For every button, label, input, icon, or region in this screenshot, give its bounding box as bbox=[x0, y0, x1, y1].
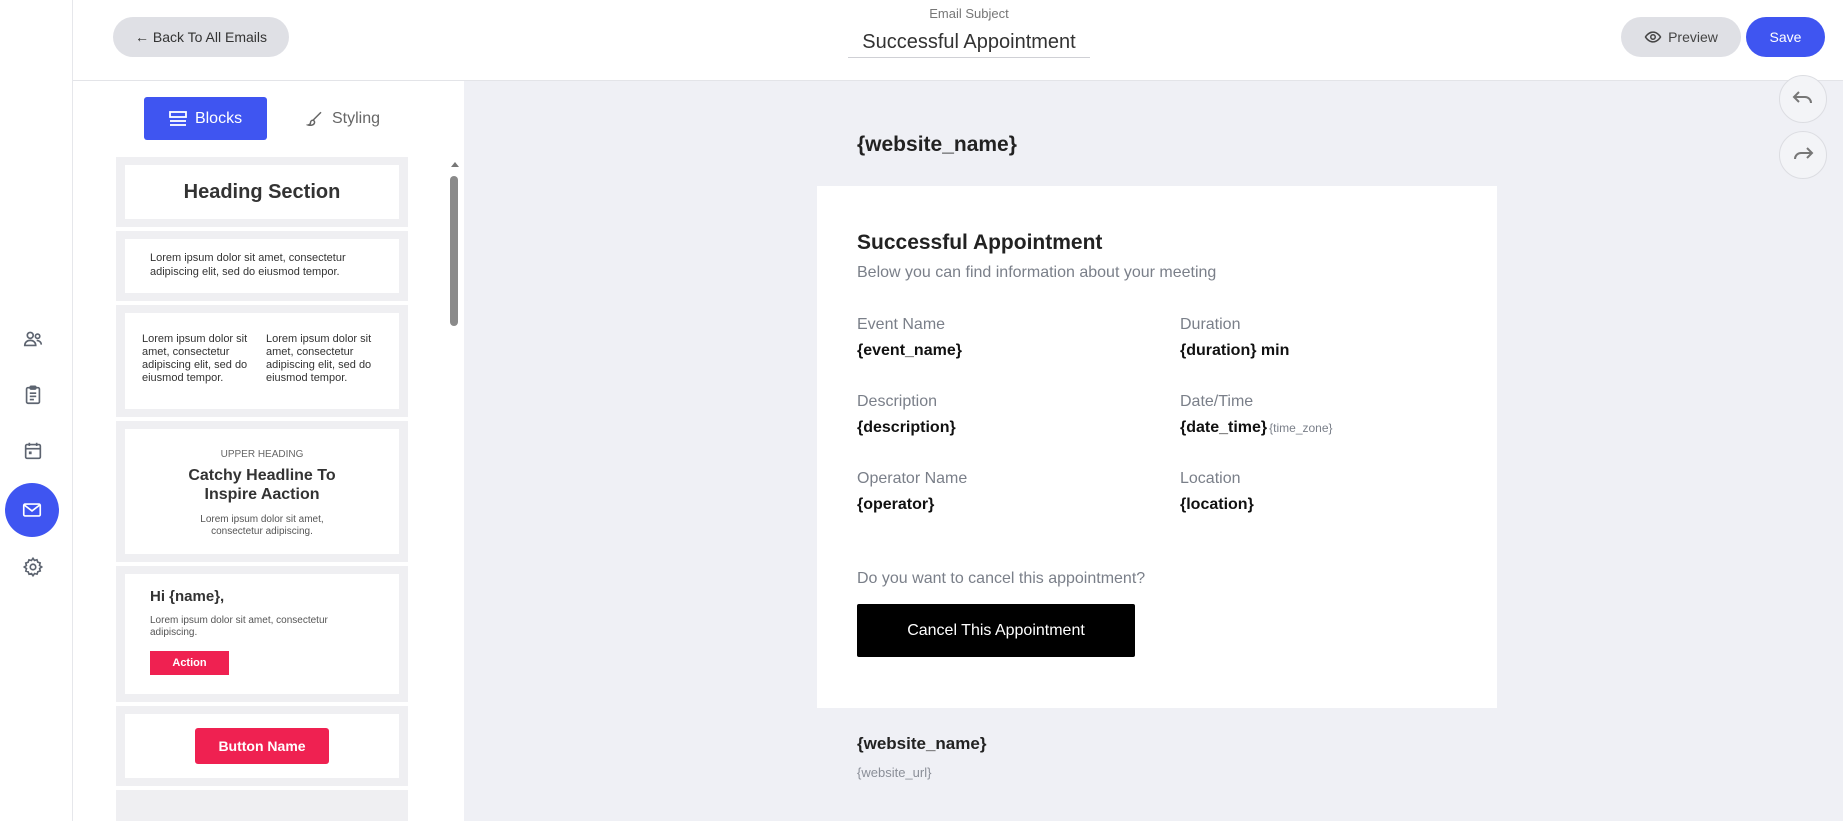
block-headline: Catchy Headline To Inspire Aaction bbox=[188, 467, 336, 503]
preview-label: Preview bbox=[1668, 29, 1718, 45]
field-event-name-value: {event_name} bbox=[857, 342, 962, 359]
email-subtitle: Below you can find information about you… bbox=[857, 264, 1217, 281]
block-more[interactable] bbox=[116, 790, 408, 821]
block-hero[interactable]: UPPER HEADING Catchy Headline To Inspire… bbox=[116, 421, 408, 562]
preview-button[interactable]: Preview bbox=[1621, 17, 1741, 57]
block-greeting[interactable]: Hi {name}, Lorem ipsum dolor sit amet, c… bbox=[116, 566, 408, 702]
blocks-scrollbar[interactable] bbox=[449, 162, 459, 821]
rail-mail-button[interactable] bbox=[5, 483, 59, 537]
block-column-right-text: Lorem ipsum dolor sit amet, consectetur … bbox=[266, 333, 372, 384]
left-rail bbox=[0, 0, 73, 821]
rail-calendar-button[interactable] bbox=[9, 427, 57, 475]
field-event-name: Event Name {event_name} bbox=[857, 316, 962, 360]
email-title: Successful Appointment bbox=[857, 231, 1103, 254]
cancel-appointment-button[interactable]: Cancel This Appointment bbox=[857, 604, 1135, 657]
scroll-up-arrow-icon[interactable] bbox=[451, 162, 459, 167]
email-subject-label: Email Subject bbox=[929, 6, 1009, 21]
email-editor-app: ← Back To All Emails Email Subject Previ… bbox=[0, 0, 1843, 821]
field-date-time-value-row: {date_time} {time_zone} bbox=[1180, 419, 1333, 437]
block-two-columns[interactable]: Lorem ipsum dolor sit amet, consectetur … bbox=[116, 305, 408, 417]
field-date-time-value: {date_time} bbox=[1180, 419, 1268, 436]
block-greeting-title: Hi {name}, bbox=[150, 588, 225, 605]
field-operator-label: Operator Name bbox=[857, 470, 968, 487]
field-date-time: Date/Time {date_time} {time_zone} bbox=[1180, 393, 1333, 437]
block-action-button: Action bbox=[150, 651, 229, 675]
field-time-zone: {time_zone} bbox=[1269, 421, 1333, 435]
block-button[interactable]: Button Name bbox=[116, 706, 408, 786]
rail-people-button[interactable] bbox=[9, 315, 57, 363]
email-subject-input[interactable] bbox=[848, 28, 1090, 58]
tab-blocks-label: Blocks bbox=[194, 109, 243, 127]
gear-icon bbox=[22, 556, 44, 578]
field-operator-value: {operator} bbox=[857, 496, 935, 513]
eye-icon bbox=[1644, 31, 1662, 43]
block-headline-text: Lorem ipsum dolor sit amet, consectetur … bbox=[200, 514, 324, 537]
block-column-left-text: Lorem ipsum dolor sit amet, consectetur … bbox=[142, 333, 248, 384]
email-canvas: {website_name} Successful Appointment Be… bbox=[464, 75, 1843, 821]
tab-blocks[interactable]: Blocks bbox=[144, 97, 267, 140]
block-upper-heading: UPPER HEADING bbox=[220, 449, 304, 460]
email-subject-group: Email Subject bbox=[848, 6, 1090, 58]
tab-styling-label: Styling bbox=[331, 109, 381, 127]
redo-icon bbox=[1794, 147, 1814, 160]
field-date-time-label: Date/Time bbox=[1180, 393, 1254, 410]
field-location-value: {location} bbox=[1180, 496, 1254, 513]
field-description-label: Description bbox=[857, 393, 938, 410]
undo-button[interactable] bbox=[1779, 75, 1827, 123]
email-header-site-name[interactable]: {website_name} bbox=[857, 133, 1017, 157]
field-location-label: Location bbox=[1180, 470, 1241, 487]
block-heading[interactable]: Heading Section bbox=[116, 157, 408, 227]
cancel-question: Do you want to cancel this appointment? bbox=[857, 570, 1146, 587]
email-footer-site-name[interactable]: {website_name} bbox=[857, 734, 986, 754]
back-to-emails-button[interactable]: ← Back To All Emails bbox=[113, 17, 290, 57]
people-icon bbox=[23, 331, 43, 347]
calendar-icon bbox=[24, 442, 42, 460]
block-heading-text: Heading Section bbox=[183, 180, 341, 203]
field-duration: Duration {duration} min bbox=[1180, 316, 1289, 360]
blocks-list: Heading Section Lorem ipsum dolor sit am… bbox=[116, 157, 408, 821]
mail-icon bbox=[22, 503, 42, 517]
brush-icon bbox=[305, 111, 322, 126]
scroll-thumb[interactable] bbox=[450, 176, 458, 326]
blocks-panel: Blocks Styling Heading Section Lorem ips… bbox=[73, 81, 464, 821]
field-description-value: {description} bbox=[857, 419, 956, 436]
block-paragraph[interactable]: Lorem ipsum dolor sit amet, consectetur … bbox=[116, 231, 408, 301]
field-duration-value: {duration} min bbox=[1180, 342, 1290, 359]
block-paragraph-text: Lorem ipsum dolor sit amet, consectetur … bbox=[150, 252, 346, 278]
email-footer-site-url[interactable]: {website_url} bbox=[857, 765, 931, 780]
blocks-icon bbox=[169, 110, 187, 126]
clipboard-icon bbox=[25, 385, 41, 405]
field-duration-label: Duration bbox=[1180, 316, 1241, 333]
top-bar: ← Back To All Emails Email Subject Previ… bbox=[73, 0, 1843, 81]
block-greeting-text: Lorem ipsum dolor sit amet, consectetur … bbox=[150, 615, 328, 638]
field-location: Location {location} bbox=[1180, 470, 1254, 514]
field-description: Description {description} bbox=[857, 393, 956, 437]
redo-button[interactable] bbox=[1779, 131, 1827, 179]
field-operator: Operator Name {operator} bbox=[857, 470, 967, 514]
email-content-card[interactable]: Successful Appointment Below you can fin… bbox=[817, 186, 1497, 708]
rail-settings-button[interactable] bbox=[9, 543, 57, 591]
block-button-name: Button Name bbox=[195, 728, 329, 764]
undo-icon bbox=[1792, 91, 1812, 104]
save-button[interactable]: Save bbox=[1746, 17, 1825, 57]
field-event-name-label: Event Name bbox=[857, 316, 946, 333]
rail-clipboard-button[interactable] bbox=[9, 371, 57, 419]
tab-styling[interactable]: Styling bbox=[288, 97, 398, 140]
